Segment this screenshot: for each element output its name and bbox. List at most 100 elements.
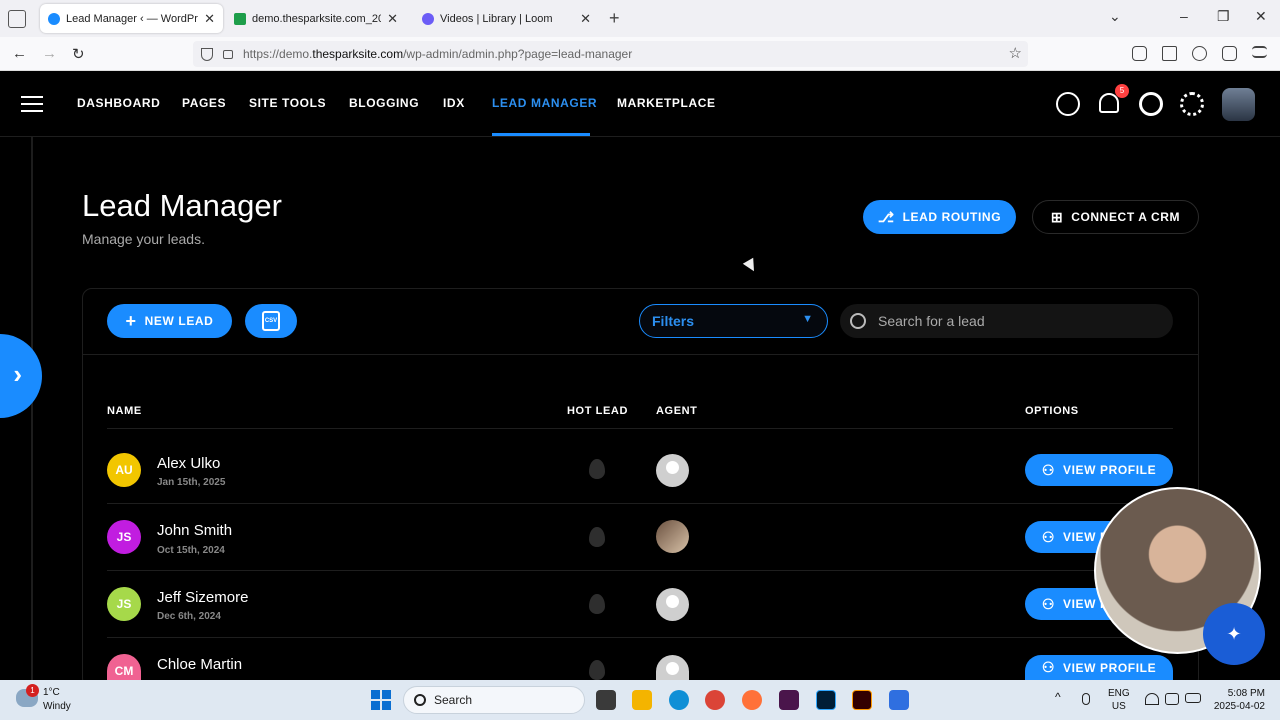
column-options: OPTIONS: [1025, 405, 1079, 417]
browser-nav-bar: ← → ↻ https://demo.thesparksite.com/wp-a…: [0, 37, 1280, 71]
system-clock[interactable]: 5:08 PM 2025-04-02: [1205, 687, 1265, 713]
gear-icon[interactable]: [1180, 92, 1204, 116]
view-profile-label: VIEW PROFILE: [1062, 463, 1157, 477]
lead-name[interactable]: Alex Ulko: [157, 455, 220, 472]
flame-icon[interactable]: [589, 459, 605, 479]
card-divider: [82, 354, 1199, 355]
forward-arrow-icon[interactable]: →: [42, 45, 57, 62]
column-hot-lead: HOT LEAD: [567, 405, 629, 417]
flame-icon[interactable]: [589, 527, 605, 547]
filters-dropdown[interactable]: Filters ▼: [639, 304, 828, 338]
reload-icon[interactable]: ↻: [72, 45, 85, 63]
page-title: Lead Manager: [82, 188, 282, 223]
row-divider: [107, 503, 1173, 504]
search-input[interactable]: [878, 313, 1148, 329]
app-header: DASHBOARD PAGES SITE TOOLS BLOGGING IDX …: [0, 71, 1280, 137]
tray-chevron-up-icon[interactable]: ^: [1055, 691, 1061, 704]
user-icon: ⚇: [1041, 659, 1055, 675]
bell-icon[interactable]: [1099, 93, 1119, 113]
search-icon: [850, 313, 866, 329]
language-indicator[interactable]: ENG US: [1108, 687, 1130, 713]
notepad-icon[interactable]: [889, 690, 909, 710]
flame-icon[interactable]: [589, 660, 605, 680]
chrome-icon[interactable]: [705, 690, 725, 710]
active-nav-underline: [492, 133, 590, 136]
new-lead-button[interactable]: + NEW LEAD: [107, 304, 232, 338]
account-icon[interactable]: [1192, 46, 1207, 61]
nav-marketplace[interactable]: MARKETPLACE: [617, 96, 716, 110]
tab-title: Lead Manager ‹ — WordPress: [66, 12, 198, 25]
user-avatar[interactable]: [1222, 88, 1255, 121]
browser-tab-loom[interactable]: Videos | Library | Loom ✕: [414, 4, 599, 33]
browser-tab-sheet[interactable]: demo.thesparksite.com_2025.0 ✕: [226, 4, 406, 33]
lead-date: Jan 15th, 2025: [157, 477, 226, 488]
nav-pages[interactable]: PAGES: [182, 96, 226, 110]
volume-icon[interactable]: [1165, 693, 1179, 705]
close-tab-icon[interactable]: ✕: [580, 11, 591, 27]
weather-temp: 1°C: [43, 687, 60, 698]
lead-name[interactable]: John Smith: [157, 522, 232, 539]
browser-tab-lead-manager[interactable]: Lead Manager ‹ — WordPress ✕: [40, 4, 223, 33]
globe-icon[interactable]: [1056, 92, 1080, 116]
file-explorer-icon[interactable]: [632, 690, 652, 710]
menu-icon[interactable]: [1252, 46, 1267, 58]
restore-icon[interactable]: ❐: [1217, 8, 1230, 25]
close-tab-icon[interactable]: ✕: [387, 11, 398, 27]
microphone-icon[interactable]: [1082, 693, 1090, 705]
address-bar[interactable]: https://demo.thesparksite.com/wp-admin/a…: [193, 41, 1028, 67]
language-code: ENG: [1108, 688, 1130, 699]
tab-overflow-chevron-icon[interactable]: ⌄: [1109, 8, 1121, 25]
connect-crm-label: CONNECT A CRM: [1071, 210, 1181, 224]
nav-idx[interactable]: IDX: [443, 96, 465, 110]
filters-label: Filters: [652, 313, 695, 329]
csv-export-button[interactable]: CSV: [245, 304, 297, 338]
nav-dashboard[interactable]: DASHBOARD: [77, 96, 160, 110]
weather-desc: Windy: [43, 701, 71, 712]
clock-time: 5:08 PM: [1227, 688, 1265, 699]
bookmark-star-icon[interactable]: ☆: [1009, 44, 1022, 62]
lead-name[interactable]: Chloe Martin: [157, 656, 242, 673]
pocket-icon[interactable]: [1132, 46, 1147, 61]
help-icon[interactable]: [1139, 92, 1163, 116]
battery-icon[interactable]: [1185, 693, 1201, 703]
wifi-icon[interactable]: [1145, 693, 1159, 705]
download-icon[interactable]: [1162, 46, 1177, 61]
extensions-icon[interactable]: [1222, 46, 1237, 61]
search-icon: [414, 694, 426, 706]
taskbar-search[interactable]: Search: [403, 686, 585, 714]
tab-title: Videos | Library | Loom: [440, 12, 553, 25]
loom-favicon-icon: [422, 12, 434, 25]
mouse-cursor-icon: [742, 257, 760, 275]
hamburger-menu-icon[interactable]: [21, 96, 43, 112]
lead-routing-button[interactable]: ⎇ LEAD ROUTING: [863, 200, 1016, 234]
task-view-icon[interactable]: [596, 690, 616, 710]
close-window-icon[interactable]: ✕: [1255, 8, 1267, 25]
firefox-icon[interactable]: [742, 690, 762, 710]
user-icon: ⚇: [1041, 595, 1055, 612]
minimize-icon[interactable]: –: [1180, 8, 1188, 24]
illustrator-icon[interactable]: [852, 690, 872, 710]
close-tab-icon[interactable]: ✕: [204, 11, 215, 27]
photoshop-icon[interactable]: [816, 690, 836, 710]
view-profile-button[interactable]: ⚇ VIEW PROFILE: [1025, 655, 1173, 680]
flame-icon[interactable]: [589, 594, 605, 614]
connect-crm-button[interactable]: ⊞ CONNECT A CRM: [1032, 200, 1199, 234]
lock-icon: [223, 49, 233, 59]
nav-lead-manager[interactable]: LEAD MANAGER: [492, 96, 597, 110]
view-profile-button[interactable]: ⚇ VIEW PROFILE: [1025, 454, 1173, 486]
slack-icon[interactable]: [779, 690, 799, 710]
back-arrow-icon[interactable]: ←: [12, 45, 27, 62]
edge-icon[interactable]: [669, 690, 689, 710]
lead-avatar: AU: [107, 453, 141, 487]
nav-blogging[interactable]: BLOGGING: [349, 96, 419, 110]
lead-name[interactable]: Jeff Sizemore: [157, 589, 248, 606]
lead-routing-label: LEAD ROUTING: [902, 210, 1002, 224]
loom-sparkle-icon[interactable]: ✦: [1203, 603, 1265, 665]
windows-taskbar: 1 1°C Windy Search ^ ENG US 5:08 PM 2025…: [0, 680, 1280, 720]
tab-list-icon[interactable]: [8, 10, 26, 28]
lead-search[interactable]: [840, 304, 1173, 338]
nav-site-tools[interactable]: SITE TOOLS: [249, 96, 326, 110]
expand-sidebar-button[interactable]: ›: [0, 334, 42, 418]
windows-start-icon[interactable]: [371, 690, 391, 710]
new-tab-icon[interactable]: +: [609, 8, 620, 29]
